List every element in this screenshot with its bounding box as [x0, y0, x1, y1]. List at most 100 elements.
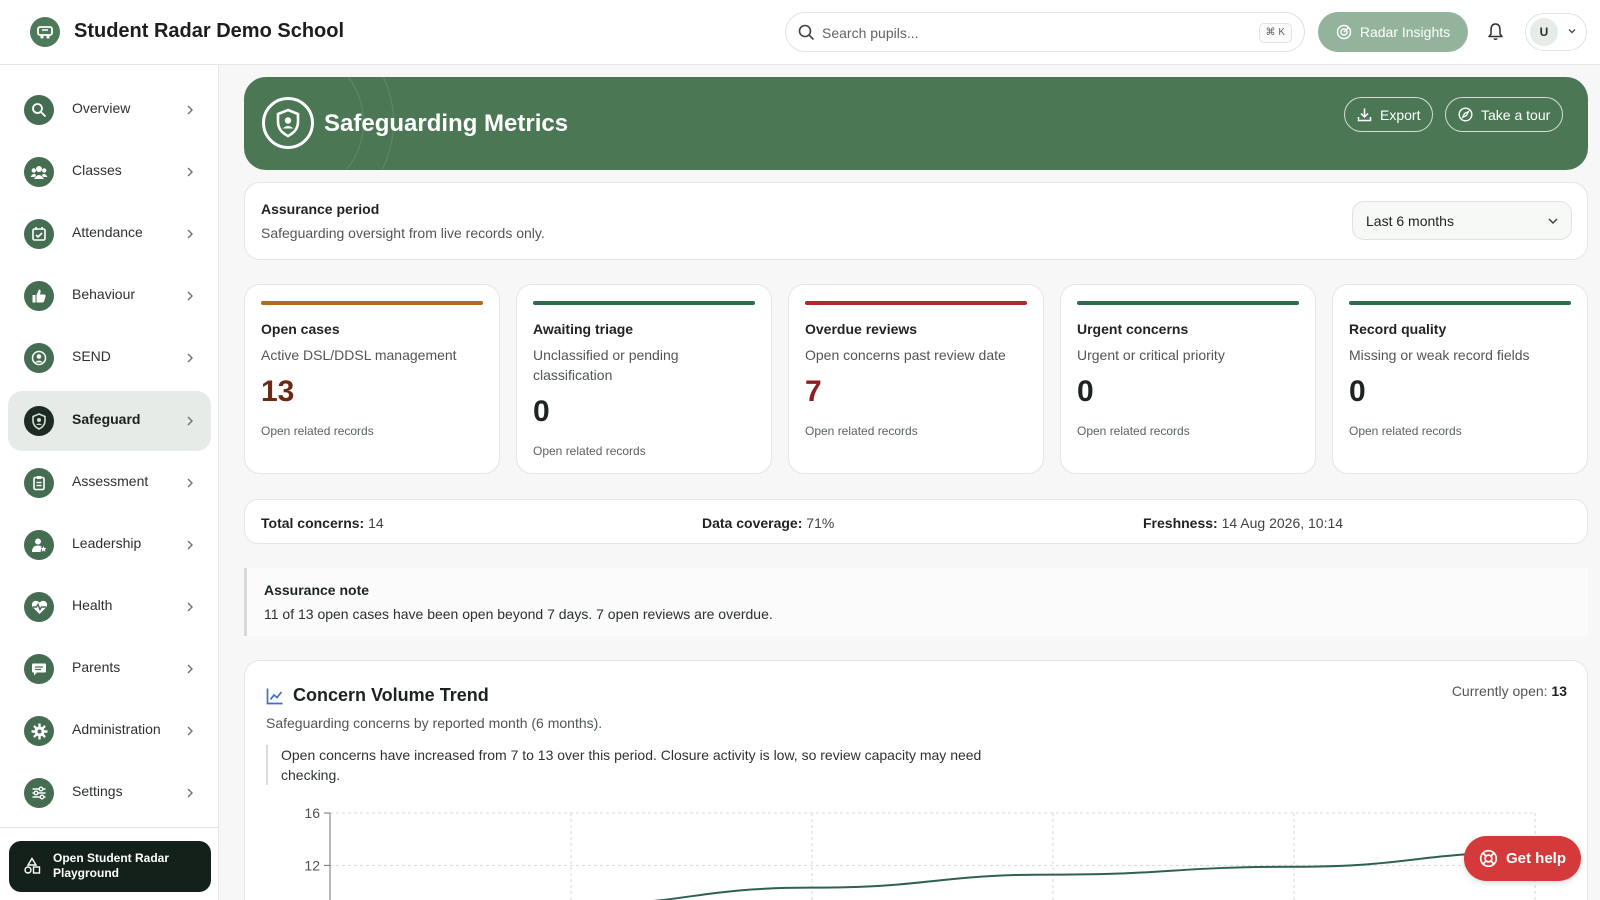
chevron-right-icon: [187, 726, 193, 736]
sidebar-item-label: Administration: [72, 721, 161, 737]
metric-accent-bar: [261, 301, 483, 305]
metric-card-urgent-concerns[interactable]: Urgent concerns Urgent or critical prior…: [1060, 284, 1316, 474]
search-input[interactable]: [822, 22, 1222, 44]
sliders-icon: [24, 778, 54, 808]
chevron-right-icon: [187, 602, 193, 612]
metric-accent-bar: [805, 301, 1027, 305]
page-title: Safeguarding Metrics: [324, 110, 569, 137]
playground-label: Open Student Radar Playground: [53, 851, 170, 880]
sidebar-item-safeguard[interactable]: Safeguard: [8, 391, 211, 451]
export-label: Export: [1380, 106, 1421, 123]
sidebar-item-send[interactable]: SEND: [8, 328, 211, 388]
compass-icon: [1458, 107, 1473, 122]
sidebar-item-label: Health: [72, 597, 113, 613]
y-tick-label: 12: [304, 857, 320, 873]
metric-value: 13: [261, 375, 295, 408]
metric-card-open-cases[interactable]: Open cases Active DSL/DDSL management 13…: [244, 284, 500, 474]
user-star-icon: [24, 530, 54, 560]
sidebar-item-leadership[interactable]: Leadership: [8, 515, 211, 575]
sidebar-item-overview[interactable]: Overview: [8, 80, 211, 140]
take-tour-label: Take a tour: [1481, 106, 1551, 123]
shield-icon: [262, 97, 314, 149]
freshness-label: Freshness:: [1143, 515, 1218, 531]
get-help-label: Get help: [1505, 850, 1566, 867]
chevron-right-icon: [187, 291, 193, 301]
metric-value: 0: [533, 395, 550, 428]
chevron-right-icon: [187, 105, 193, 115]
assurance-period-card: Assurance period Safeguarding oversight …: [244, 182, 1588, 260]
sidebar-item-settings[interactable]: Settings: [8, 763, 211, 823]
sidebar-item-label: Leadership: [72, 535, 142, 551]
pupil-search[interactable]: ⌘ K: [785, 12, 1305, 52]
school-name: Student Radar Demo School: [74, 20, 345, 42]
sidebar-item-label: Parents: [72, 659, 121, 675]
user-menu[interactable]: U: [1525, 13, 1587, 51]
metric-value: 0: [1349, 375, 1366, 408]
open-playground-button[interactable]: Open Student Radar Playground: [9, 841, 211, 892]
sidebar-item-classes[interactable]: Classes: [8, 142, 211, 202]
metric-value: 0: [1077, 375, 1094, 408]
assurance-note-title: Assurance note: [264, 582, 370, 598]
period-select[interactable]: Last 6 months: [1352, 201, 1572, 240]
sidebar-item-parents[interactable]: Parents: [8, 639, 211, 699]
shield-icon: [24, 406, 54, 436]
metric-subtitle: Missing or weak record fields: [1349, 347, 1530, 363]
sidebar-divider: [0, 827, 219, 828]
metric-title: Overdue reviews: [805, 321, 918, 337]
export-button[interactable]: Export: [1344, 97, 1434, 132]
bell-icon[interactable]: [1487, 22, 1504, 41]
sidebar: Overview Classes Attendance Behaviour SE…: [0, 65, 219, 900]
metric-accent-bar: [533, 301, 755, 305]
calendar-check-icon: [24, 219, 54, 249]
metric-card-awaiting-triage[interactable]: Awaiting triage Unclassified or pending …: [516, 284, 772, 474]
summary-strip: Total concerns: 14 Data coverage: 71% Fr…: [244, 499, 1588, 544]
metric-value: 7: [805, 375, 822, 408]
sidebar-item-administration[interactable]: Administration: [8, 701, 211, 761]
users-icon: [24, 157, 54, 187]
radar-insights-label: Radar Insights: [1359, 24, 1451, 40]
metric-subtitle: Urgent or critical priority: [1077, 347, 1225, 363]
sidebar-item-behaviour[interactable]: Behaviour: [8, 266, 211, 326]
metric-card-record-quality[interactable]: Record quality Missing or weak record fi…: [1332, 284, 1588, 474]
radar-icon: [1336, 24, 1352, 40]
take-tour-button[interactable]: Take a tour: [1445, 97, 1564, 132]
metric-title: Awaiting triage: [533, 321, 634, 337]
metric-footer: Open related records: [1077, 424, 1190, 438]
metric-footer: Open related records: [1349, 424, 1462, 438]
page-header: Safeguarding Metrics Export Take a tour: [244, 77, 1588, 170]
app-logo-icon[interactable]: [30, 17, 60, 47]
get-help-button[interactable]: Get help: [1464, 836, 1581, 881]
search-shortcut: ⌘ K: [1258, 23, 1292, 43]
avatar: U: [1530, 18, 1558, 46]
total-concerns-value: 14: [368, 515, 384, 531]
metric-title: Open cases: [261, 321, 340, 337]
metric-card-overdue-reviews[interactable]: Overdue reviews Open concerns past revie…: [788, 284, 1044, 474]
metric-subtitle: Unclassified or pending classification: [533, 347, 679, 383]
top-bar: Student Radar Demo School ⌘ K Radar Insi…: [0, 0, 1600, 65]
radar-insights-button[interactable]: Radar Insights: [1318, 12, 1468, 52]
freshness: Freshness: 14 Aug 2026, 10:14: [1143, 515, 1343, 531]
total-concerns: Total concerns: 14: [261, 515, 384, 531]
download-icon: [1357, 108, 1372, 122]
chevron-down-icon: [1548, 218, 1558, 225]
sidebar-item-label: Settings: [72, 783, 123, 799]
chevron-right-icon: [187, 540, 193, 550]
metric-accent-bar: [1349, 301, 1571, 305]
sidebar-item-label: Assessment: [72, 473, 149, 489]
data-coverage-value: 71%: [806, 515, 835, 531]
assurance-note-text: 11 of 13 open cases have been open beyon…: [264, 606, 773, 622]
chevron-right-icon: [187, 788, 193, 798]
data-coverage: Data coverage: 71%: [702, 515, 834, 531]
sidebar-item-assessment[interactable]: Assessment: [8, 453, 211, 513]
sidebar-item-health[interactable]: Health: [8, 577, 211, 637]
sidebar-item-attendance[interactable]: Attendance: [8, 204, 211, 264]
metric-footer: Open related records: [533, 444, 646, 458]
user-circle-icon: [24, 343, 54, 373]
chevron-right-icon: [187, 167, 193, 177]
total-concerns-label: Total concerns:: [261, 515, 365, 531]
lifebuoy-icon: [1479, 849, 1498, 868]
chevron-down-icon: [1568, 29, 1576, 34]
metric-footer: Open related records: [805, 424, 918, 438]
chevron-right-icon: [187, 416, 193, 426]
chevron-right-icon: [187, 353, 193, 363]
